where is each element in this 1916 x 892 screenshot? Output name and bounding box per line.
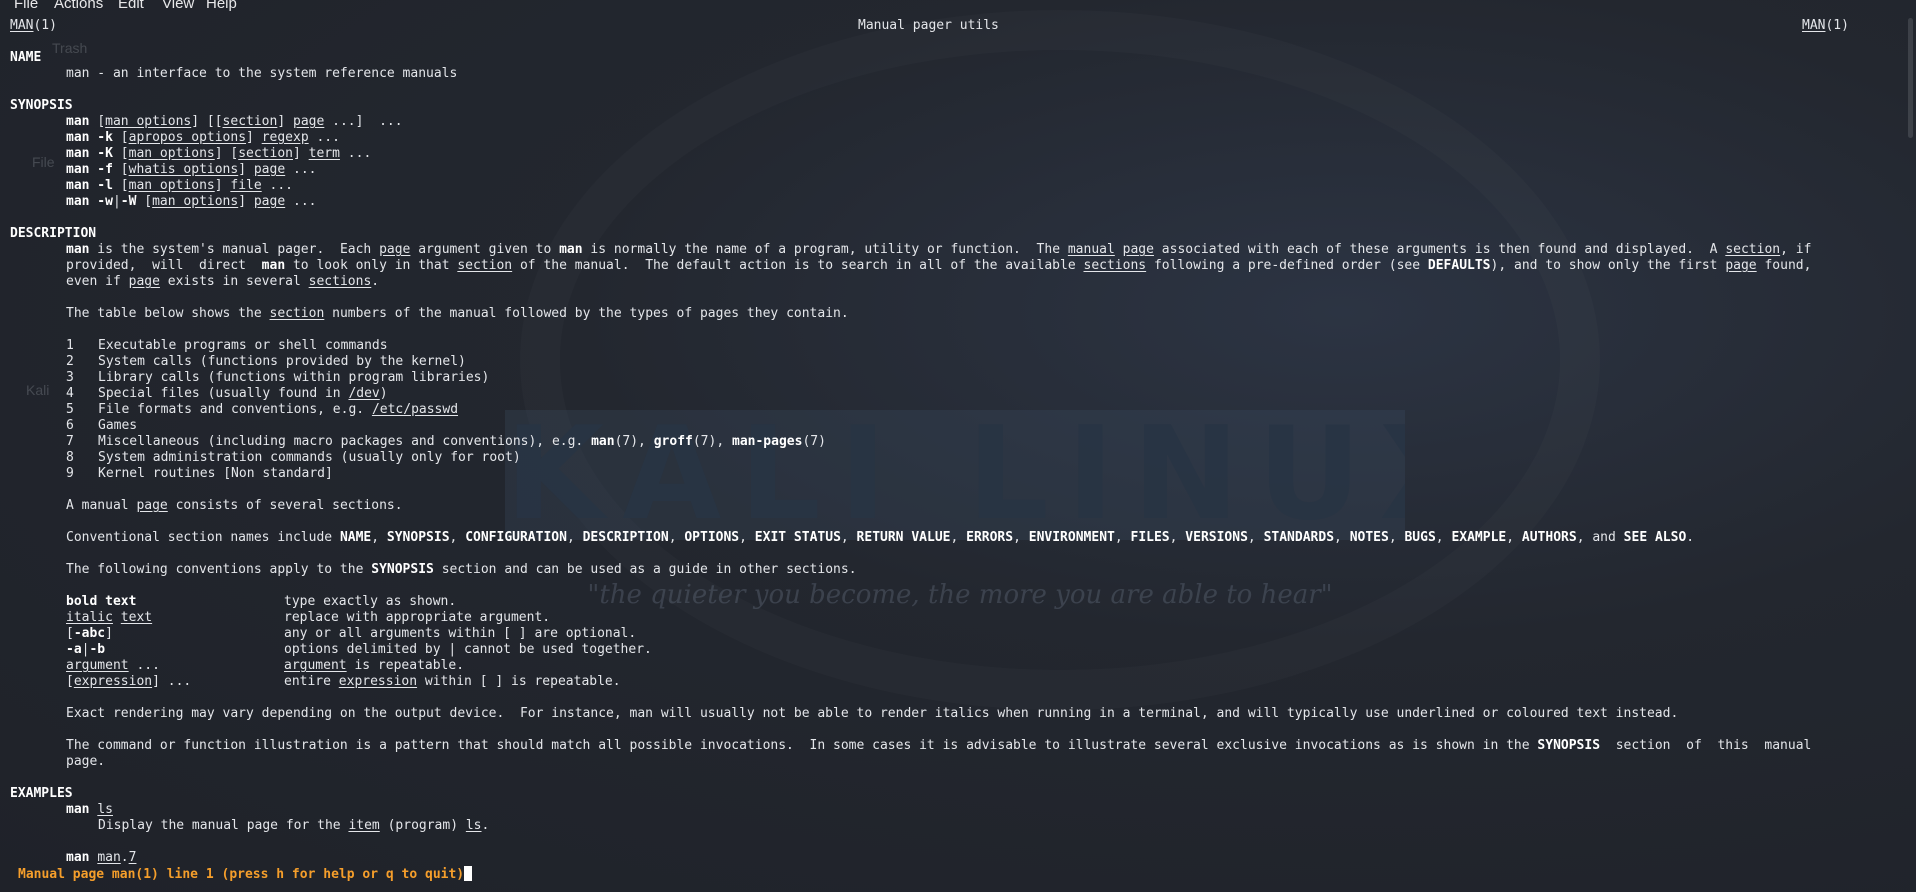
description-p1-line2: provided, will direct man to look only i…	[66, 258, 1812, 273]
synopsis-line-4: man -f [whatis options] page ...	[66, 162, 317, 177]
header-left-section: (1)	[33, 18, 57, 33]
description-p7-line2: page.	[66, 754, 106, 769]
section-table-row-2: 2 System calls (functions provided by the…	[66, 354, 466, 369]
description-p4: Conventional section names include NAME,…	[66, 530, 1695, 545]
description-p6: Exact rendering may vary depending on th…	[66, 706, 1679, 721]
header-right-name: MAN	[1802, 18, 1826, 33]
header-left-name: MAN	[10, 18, 34, 33]
pager-status-text: Manual page man(1) line 1 (press h for h…	[18, 867, 465, 882]
section-table-row-6: 6 Games	[66, 418, 138, 433]
description-p3: A manual page consists of several sectio…	[66, 498, 403, 513]
menu-view[interactable]: View	[162, 0, 194, 12]
example-1-description: Display the manual page for the item (pr…	[98, 818, 490, 833]
menu-help[interactable]: Help	[206, 0, 237, 12]
man-header-center: Manual pager utils	[858, 18, 999, 33]
example-2-command: man man.7	[66, 850, 137, 865]
pager-status-line: Manual page man(1) line 1 (press h for h…	[18, 866, 473, 882]
section-table-row-9: 9 Kernel routines [Non standard]	[66, 466, 333, 481]
convention-row-1: bold text type exactly as shown.	[66, 594, 457, 609]
convention-row-2: italic text replace with appropriate argu…	[66, 610, 551, 625]
header-right-section: (1)	[1825, 18, 1849, 33]
synopsis-line-6: man -w|-W [man options] page ...	[66, 194, 317, 209]
description-p2: The table below shows the section number…	[66, 306, 849, 321]
convention-row-6: [expression] ... entire expression within…	[66, 674, 621, 689]
section-table-row-1: 1 Executable programs or shell commands	[66, 338, 388, 353]
description-p5: The following conventions apply to the S…	[66, 562, 857, 577]
man-header-left: MAN(1)	[10, 18, 57, 34]
terminal-scrollbar[interactable]	[1904, 14, 1916, 892]
synopsis-line-5: man -l [man options] file ...	[66, 178, 293, 193]
menu-actions[interactable]: Actions	[54, 0, 103, 12]
man-header-right: MAN(1)	[1802, 18, 1849, 34]
scrollbar-thumb[interactable]	[1908, 18, 1913, 138]
name-description: man - an interface to the system referen…	[66, 66, 458, 81]
convention-row-4: -a|-b options delimited by | cannot be us…	[66, 642, 652, 657]
example-1-command: man ls	[66, 802, 113, 817]
description-p1-line3: even if page exists in several sections.	[66, 274, 380, 289]
section-heading-description: DESCRIPTION	[10, 226, 97, 241]
section-table-row-7: 7 Miscellaneous (including macro packages…	[66, 434, 826, 449]
section-table-row-8: 8 System administration commands (usually…	[66, 450, 521, 465]
section-table-row-4: 4 Special files (usually found in /dev)	[66, 386, 388, 401]
section-heading-name: NAME	[10, 50, 42, 65]
section-heading-synopsis: SYNOPSIS	[10, 98, 73, 113]
terminal-cursor	[464, 866, 473, 881]
section-heading-examples: EXAMPLES	[10, 786, 73, 801]
menu-file[interactable]: File	[14, 0, 38, 12]
description-p7-line1: The command or function illustration is …	[66, 738, 1812, 753]
description-p1-line1: man is the system's manual pager. Each p…	[66, 242, 1812, 257]
menu-edit[interactable]: Edit	[118, 0, 144, 12]
synopsis-line-3: man -K [man options] [section] term ...	[66, 146, 372, 161]
convention-row-5: argument ... argument is repeatable.	[66, 658, 465, 673]
convention-row-3: [-abc] any or all arguments within [ ] ar…	[66, 626, 637, 641]
synopsis-line-1: man [man options] [[section] page ...] .…	[66, 114, 403, 129]
terminal-menubar: File Actions Edit View Help	[0, 0, 1916, 13]
synopsis-line-2: man -k [apropos options] regexp ...	[66, 130, 340, 145]
section-table-row-5: 5 File formats and conventions, e.g. /etc…	[66, 402, 459, 417]
terminal-content[interactable]: MAN(1) Manual pager utils MAN(1) NAME ma…	[0, 14, 1904, 892]
section-table-row-3: 3 Library calls (functions within program…	[66, 370, 490, 385]
